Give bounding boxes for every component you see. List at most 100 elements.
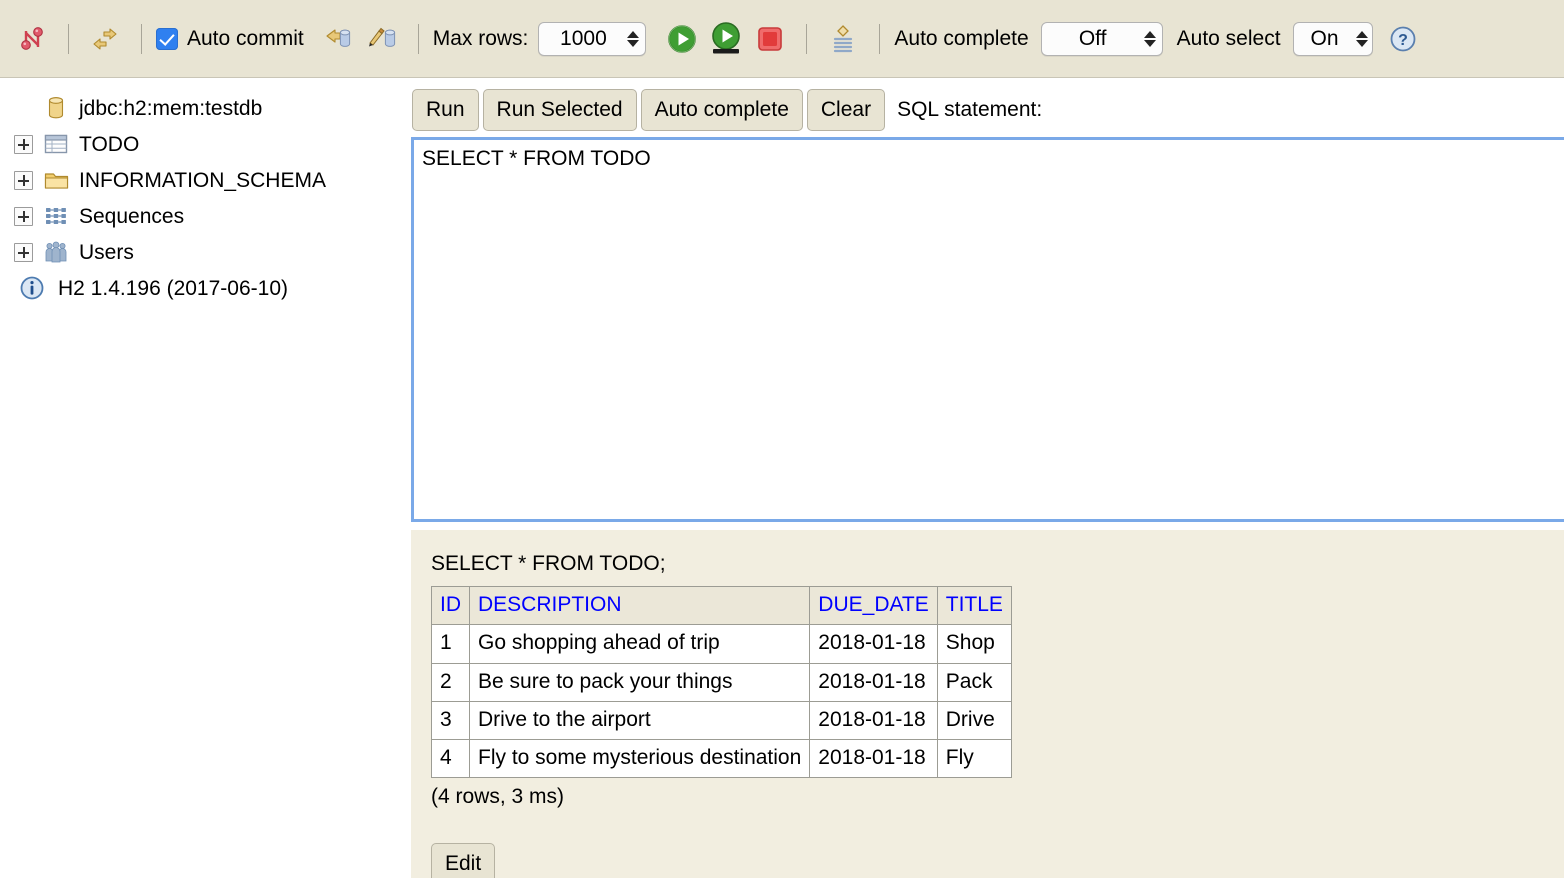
sidebar-item-label: TODO xyxy=(79,132,140,156)
table-row[interactable]: 4 Fly to some mysterious destination 201… xyxy=(431,738,1012,779)
folder-icon xyxy=(42,167,70,193)
sidebar-item-label: Users xyxy=(79,240,134,264)
sidebar-item-database[interactable]: jdbc:h2:mem:testdb xyxy=(0,90,410,126)
database-tree-sidebar: jdbc:h2:mem:testdb TODO INFORMATION_SCHE… xyxy=(0,78,410,878)
sidebar-item-information-schema[interactable]: INFORMATION_SCHEMA xyxy=(0,162,410,198)
commit-button[interactable] xyxy=(360,17,404,61)
command-history-button[interactable] xyxy=(821,17,865,61)
auto-select-select[interactable]: On xyxy=(1292,21,1373,56)
row-count-status: (4 rows, 3 ms) xyxy=(431,785,565,809)
sidebar-item-label: H2 1.4.196 (2017-06-10) xyxy=(58,276,288,300)
cell-title: Pack xyxy=(936,662,1012,702)
run-button[interactable]: Run xyxy=(412,89,479,131)
run-icon xyxy=(664,21,700,57)
rollback-button[interactable] xyxy=(316,17,360,61)
rollback-icon xyxy=(321,24,355,54)
command-history-icon xyxy=(827,23,859,55)
sidebar-item-version: H2 1.4.196 (2017-06-10) xyxy=(0,270,410,306)
auto-select-label: Auto select xyxy=(1176,26,1281,50)
cell-description: Go shopping ahead of trip xyxy=(468,624,811,664)
executed-query-text: SELECT * FROM TODO; xyxy=(431,552,666,575)
auto-commit-toggle[interactable]: Auto commit xyxy=(156,27,304,51)
sidebar-item-todo[interactable]: TODO xyxy=(0,126,410,162)
cell-due-date: 2018-01-18 xyxy=(809,662,938,702)
sidebar-item-sequences[interactable]: Sequences xyxy=(0,198,410,234)
toolbar-separator-2 xyxy=(141,23,142,54)
expander-icon[interactable] xyxy=(14,242,33,262)
info-icon xyxy=(18,275,46,301)
toolbar-separator-4 xyxy=(806,23,808,54)
max-rows-value: 1000 xyxy=(560,26,607,50)
table-row[interactable]: 1 Go shopping ahead of trip 2018-01-18 S… xyxy=(431,624,1012,664)
table-header-row: ID DESCRIPTION DUE_DATE TITLE xyxy=(431,585,1012,626)
run-selected-button[interactable]: Run Selected xyxy=(482,89,637,131)
auto-complete-label: Auto complete xyxy=(894,26,1029,50)
edit-button[interactable]: Edit xyxy=(431,843,496,878)
refresh-button[interactable] xyxy=(83,17,127,61)
cell-title: Fly xyxy=(936,738,1012,779)
auto-complete-value: Off xyxy=(1078,26,1107,50)
cell-due-date: 2018-01-18 xyxy=(809,738,938,779)
cell-description: Fly to some mysterious destination xyxy=(468,738,811,779)
disconnect-button[interactable] xyxy=(10,17,54,61)
cell-id: 3 xyxy=(431,700,470,741)
column-header-id[interactable]: ID xyxy=(431,585,470,626)
table-row[interactable]: 2 Be sure to pack your things 2018-01-18… xyxy=(431,662,1012,702)
results-table: ID DESCRIPTION DUE_DATE TITLE 1 Go shopp… xyxy=(431,585,1012,779)
sidebar-item-label: INFORMATION_SCHEMA xyxy=(79,168,326,192)
sequences-icon xyxy=(42,203,70,229)
svg-text:?: ? xyxy=(1398,32,1408,49)
table-row[interactable]: 3 Drive to the airport 2018-01-18 Drive xyxy=(431,700,1012,741)
stepper-arrows-icon[interactable] xyxy=(627,30,640,47)
auto-commit-label: Auto commit xyxy=(187,26,304,50)
cell-title: Shop xyxy=(936,624,1012,664)
cell-description: Drive to the airport xyxy=(468,700,811,741)
expander-icon[interactable] xyxy=(14,170,33,190)
help-icon: ? xyxy=(1388,24,1418,54)
run-button-toolbar[interactable] xyxy=(660,17,704,61)
stop-button[interactable] xyxy=(748,17,792,61)
cell-due-date: 2018-01-18 xyxy=(809,700,938,741)
main-toolbar: Auto commit Max rows: 1000 Auto complete… xyxy=(0,0,1564,78)
disconnect-icon xyxy=(17,24,47,54)
auto-commit-checkbox[interactable] xyxy=(156,27,178,50)
run-selected-button-toolbar[interactable] xyxy=(704,17,748,61)
sidebar-item-users[interactable]: Users xyxy=(0,234,410,270)
sql-workspace: Run Run Selected Auto complete Clear SQL… xyxy=(410,78,1564,878)
sql-statement-label: SQL statement: xyxy=(897,98,1043,121)
max-rows-label: Max rows: xyxy=(432,26,529,50)
help-button[interactable]: ? xyxy=(1381,17,1425,61)
expander-icon[interactable] xyxy=(14,134,33,154)
results-panel: SELECT * FROM TODO; ID DESCRIPTION DUE_D… xyxy=(411,530,1564,878)
sidebar-item-label: Sequences xyxy=(79,204,185,228)
toolbar-separator-5 xyxy=(879,23,881,54)
database-icon xyxy=(42,95,70,121)
clear-button[interactable]: Clear xyxy=(806,89,886,131)
table-icon xyxy=(42,131,70,157)
cell-due-date: 2018-01-18 xyxy=(809,624,938,664)
stepper-arrows-icon[interactable] xyxy=(1143,30,1156,47)
stepper-arrows-icon[interactable] xyxy=(1355,30,1368,47)
cell-description: Be sure to pack your things xyxy=(468,662,811,702)
cell-id: 1 xyxy=(431,624,470,664)
max-rows-stepper[interactable]: 1000 xyxy=(538,21,647,56)
users-icon xyxy=(42,239,70,265)
toolbar-separator-1 xyxy=(68,23,69,54)
column-header-due-date[interactable]: DUE_DATE xyxy=(809,585,938,626)
column-header-description[interactable]: DESCRIPTION xyxy=(468,585,811,626)
toolbar-separator-3 xyxy=(417,23,419,54)
cell-title: Drive xyxy=(936,700,1012,741)
refresh-icon xyxy=(90,24,120,54)
sql-action-bar: Run Run Selected Auto complete Clear SQL… xyxy=(412,88,1042,132)
sql-input[interactable] xyxy=(411,137,1564,522)
auto-complete-select[interactable]: Off xyxy=(1040,21,1163,56)
stop-icon xyxy=(755,24,785,54)
column-header-title[interactable]: TITLE xyxy=(936,585,1012,626)
cell-id: 2 xyxy=(431,662,470,702)
auto-select-value: On xyxy=(1310,26,1339,50)
auto-complete-button[interactable]: Auto complete xyxy=(640,89,803,131)
sidebar-item-label: jdbc:h2:mem:testdb xyxy=(79,96,263,120)
expander-icon[interactable] xyxy=(14,206,33,226)
run-selected-icon xyxy=(707,20,745,58)
commit-icon xyxy=(365,24,399,54)
